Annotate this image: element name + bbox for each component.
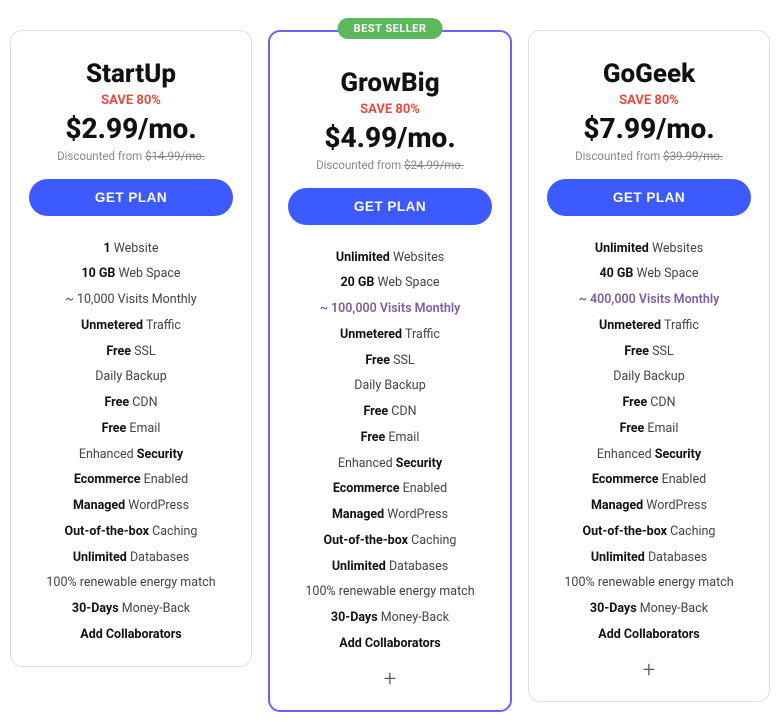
feature-item: 30-Days Money-Back bbox=[547, 597, 751, 623]
feature-item: Add Collaborators bbox=[29, 622, 233, 648]
plan-name-startup: StartUp bbox=[86, 59, 176, 89]
feature-item: Daily Backup bbox=[288, 374, 492, 400]
feature-item: Enhanced Security bbox=[547, 442, 751, 468]
feature-item: Free SSL bbox=[547, 339, 751, 365]
feature-item: 20 GB Web Space bbox=[288, 271, 492, 297]
feature-item: Free CDN bbox=[29, 391, 233, 417]
plan-name-gogeek: GoGeek bbox=[603, 59, 695, 89]
feature-item: ~ 400,000 Visits Monthly bbox=[547, 288, 751, 314]
get-plan-button-startup[interactable]: GET PLAN bbox=[29, 179, 233, 216]
feature-item: Managed WordPress bbox=[547, 494, 751, 520]
feature-item: 1 Website bbox=[29, 236, 233, 262]
feature-item: Free Email bbox=[29, 416, 233, 442]
save-label-gogeek: SAVE 80% bbox=[619, 93, 679, 108]
feature-item: Ecommerce Enabled bbox=[547, 468, 751, 494]
plan-card-gogeek: GoGeek SAVE 80% $7.99/mo. Discounted from $… bbox=[528, 30, 770, 702]
feature-item: Unlimited Websites bbox=[547, 236, 751, 262]
feature-item: Unmetered Traffic bbox=[547, 313, 751, 339]
pricing-container: StartUp SAVE 80% $2.99/mo. Discounted from … bbox=[10, 30, 770, 712]
features-list-growbig: Unlimited Websites20 GB Web Space~ 100,0… bbox=[288, 245, 492, 657]
save-label-startup: SAVE 80% bbox=[101, 93, 161, 108]
feature-item: 100% renewable energy match bbox=[547, 571, 751, 597]
feature-item: 10 GB Web Space bbox=[29, 262, 233, 288]
feature-item: Unmetered Traffic bbox=[29, 313, 233, 339]
feature-item: Ecommerce Enabled bbox=[288, 477, 492, 503]
best-seller-badge: BEST SELLER bbox=[338, 18, 443, 39]
feature-item: 40 GB Web Space bbox=[547, 262, 751, 288]
get-plan-button-gogeek[interactable]: GET PLAN bbox=[547, 179, 751, 216]
plus-icon[interactable]: + bbox=[384, 667, 396, 692]
feature-item: ~ 100,000 Visits Monthly bbox=[288, 297, 492, 323]
feature-item: Out-of-the-box Caching bbox=[29, 519, 233, 545]
feature-item: Free CDN bbox=[288, 400, 492, 426]
feature-item: 100% renewable energy match bbox=[29, 571, 233, 597]
get-plan-button-growbig[interactable]: GET PLAN bbox=[288, 188, 492, 225]
plus-icon[interactable]: + bbox=[643, 658, 655, 683]
feature-item: Unlimited Databases bbox=[288, 554, 492, 580]
feature-item: Daily Backup bbox=[29, 365, 233, 391]
feature-item: Unmetered Traffic bbox=[288, 322, 492, 348]
price-growbig: $4.99/mo. bbox=[324, 121, 455, 154]
feature-item: 30-Days Money-Back bbox=[288, 606, 492, 632]
feature-item: Unlimited Databases bbox=[29, 545, 233, 571]
feature-item: Enhanced Security bbox=[29, 442, 233, 468]
feature-item: Add Collaborators bbox=[288, 631, 492, 657]
plan-name-growbig: GrowBig bbox=[340, 68, 439, 98]
feature-item: Free CDN bbox=[547, 391, 751, 417]
discounted-from-startup: Discounted from $14.99/mo. bbox=[57, 149, 205, 163]
save-label-growbig: SAVE 80% bbox=[360, 102, 420, 117]
plan-card-growbig: BEST SELLERGrowBigSAVE 80%$4.99/mo.Disco… bbox=[268, 30, 512, 712]
feature-item: Out-of-the-box Caching bbox=[288, 528, 492, 554]
price-gogeek: $7.99/mo. bbox=[583, 112, 714, 145]
feature-item: Enhanced Security bbox=[288, 451, 492, 477]
feature-item: Free Email bbox=[288, 425, 492, 451]
discounted-from-growbig: Discounted from $24.99/mo. bbox=[316, 158, 464, 172]
feature-item: Unlimited Databases bbox=[547, 545, 751, 571]
feature-item: Managed WordPress bbox=[29, 494, 233, 520]
feature-item: Out-of-the-box Caching bbox=[547, 519, 751, 545]
feature-item: Free Email bbox=[547, 416, 751, 442]
plan-card-startup: StartUp SAVE 80% $2.99/mo. Discounted from … bbox=[10, 30, 252, 667]
feature-item: Daily Backup bbox=[547, 365, 751, 391]
feature-item: 100% renewable energy match bbox=[288, 580, 492, 606]
features-list-gogeek: Unlimited Websites40 GB Web Space~ 400,0… bbox=[547, 236, 751, 648]
feature-item: Free SSL bbox=[288, 348, 492, 374]
feature-item: ~ 10,000 Visits Monthly bbox=[29, 288, 233, 314]
feature-item: Managed WordPress bbox=[288, 503, 492, 529]
feature-item: Ecommerce Enabled bbox=[29, 468, 233, 494]
discounted-from-gogeek: Discounted from $39.99/mo. bbox=[575, 149, 723, 163]
feature-item: Add Collaborators bbox=[547, 622, 751, 648]
feature-item: 30-Days Money-Back bbox=[29, 597, 233, 623]
features-list-startup: 1 Website10 GB Web Space~ 10,000 Visits … bbox=[29, 236, 233, 648]
price-startup: $2.99/mo. bbox=[65, 112, 196, 145]
feature-item: Unlimited Websites bbox=[288, 245, 492, 271]
feature-item: Free SSL bbox=[29, 339, 233, 365]
